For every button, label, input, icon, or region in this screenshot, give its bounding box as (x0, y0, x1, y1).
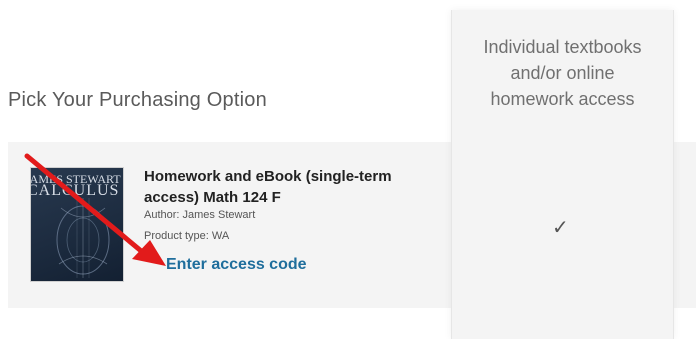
option-header-line: Individual textbooks (483, 37, 642, 57)
purchase-option-column[interactable]: Individual textbooks and/or online homew… (451, 10, 674, 339)
product-type: Product type: WA (144, 230, 230, 242)
option-header-line: and/or online (510, 63, 615, 83)
page-title: Pick Your Purchasing Option (8, 89, 267, 111)
option-column-header: Individual textbooks and/or online homew… (452, 34, 673, 112)
cover-title-text: CALCULUS (30, 182, 120, 199)
product-author: Author: James Stewart (144, 209, 256, 221)
option-header-line: homework access (490, 89, 635, 109)
enter-access-code-link[interactable]: Enter access code (166, 256, 307, 274)
checkmark-icon: ✓ (552, 215, 569, 239)
book-cover-image: JAMES STEWART CALCULUS (30, 167, 124, 282)
product-title: Homework and eBook (single-term access) … (144, 168, 392, 206)
